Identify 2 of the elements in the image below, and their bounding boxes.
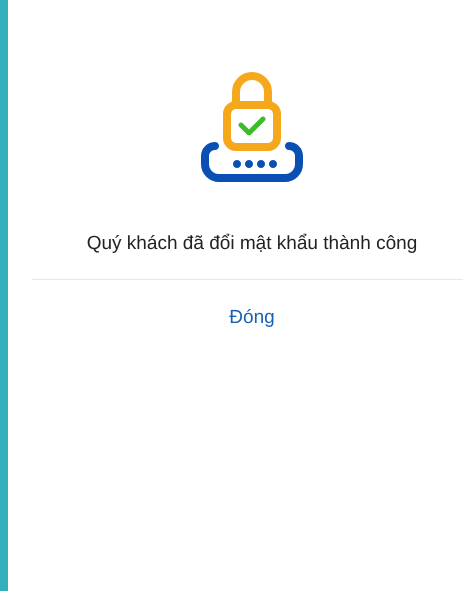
close-button[interactable]: Đóng (229, 304, 275, 332)
success-message: Quý khách đã đổi mật khẩu thành công (86, 232, 418, 256)
